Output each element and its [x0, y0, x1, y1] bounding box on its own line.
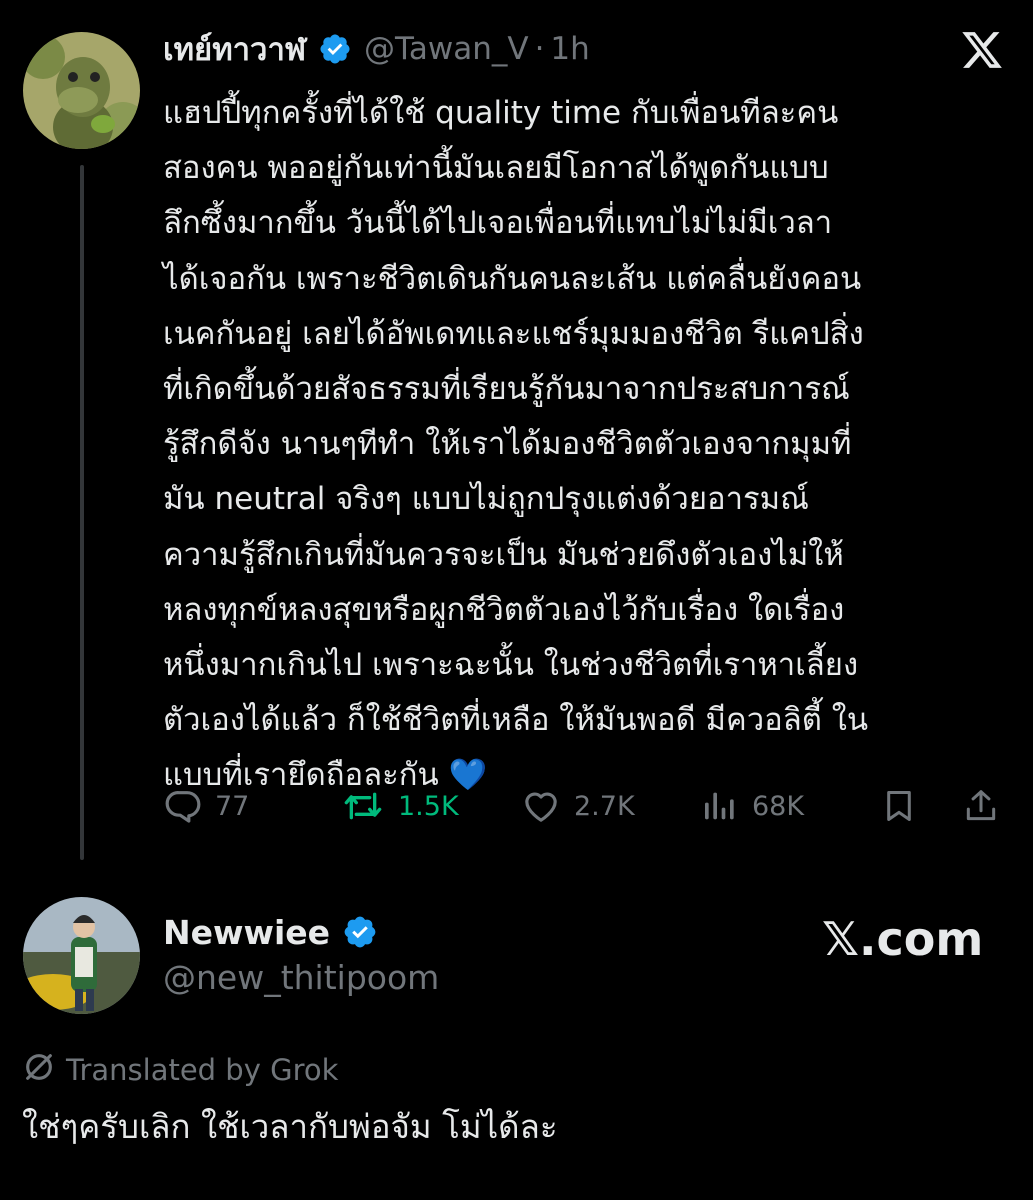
timestamp[interactable]: 1h: [550, 31, 589, 67]
translate-icon: [22, 1050, 56, 1091]
reply-display-name[interactable]: Newwiee: [163, 913, 330, 952]
thread-line: [80, 165, 84, 860]
verified-badge-icon: [342, 914, 378, 950]
display-name[interactable]: เทย์ทาวาฬ: [163, 24, 306, 74]
tweet-text: แฮปปี้ทุกครั้งที่ได้ใช้ quality time กับ…: [163, 86, 1023, 804]
tweet-line: ที่เกิดขึ้นด้วยสัจธรรมที่เรียนรู้กันมาจา…: [163, 371, 850, 408]
views-count: 68K: [752, 790, 805, 822]
views-icon: [700, 786, 740, 826]
views-button[interactable]: 68K: [700, 784, 804, 828]
tweet-line: ตัวเองได้แล้ว ก็ใช้ชีวิตที่เหลือ ให้มันพ…: [163, 702, 869, 739]
avatar[interactable]: [23, 897, 140, 1014]
x-com-logo[interactable]: 𝕏.com: [822, 912, 983, 966]
tweet-line: ลึกซึ้งมากขึ้น วันนี้ได้ไปเจอเพื่อนที่แท…: [163, 205, 833, 242]
reply-text: ใช่ๆครับเลิก ใช้เวลากับพ่อจัม โม่ได้ละ: [22, 1107, 558, 1146]
reply-icon: [163, 786, 203, 826]
tweet-line: ได้เจอกัน เพราะชีวิตเดินกันคนละเส้น แต่ค…: [163, 260, 862, 297]
reply-header: Newwiee: [163, 908, 378, 956]
tweet-line: รู้สึกดีจัง นานๆทีทำ ให้เราได้มองชีวิตตั…: [163, 426, 852, 463]
x-logo-icon[interactable]: [960, 28, 1004, 72]
tweet-header: เทย์ทาวาฬ @Tawan_V · 1h: [163, 24, 590, 74]
repost-count: 1.5K: [398, 790, 459, 822]
tweet-line: หลงทุกข์หลงสุขหรือผูกชีวิตตัวเองไว้กับเร…: [163, 591, 845, 628]
like-icon: [520, 786, 562, 826]
like-button[interactable]: 2.7K: [520, 784, 635, 828]
tweet-line: เนคกันอยู่ เลยได้อัพเดทและแชร์มุมมองชีวิ…: [163, 315, 864, 352]
avatar[interactable]: [23, 32, 140, 149]
repost-icon: [340, 786, 386, 826]
separator: ·: [534, 31, 545, 67]
reply-button[interactable]: 77: [163, 784, 249, 828]
translated-by-text: Translated by Grok: [66, 1053, 339, 1087]
tweet-line: มัน neutral จริงๆ แบบไม่ถูกปรุงแต่งด้วยอ…: [163, 481, 809, 518]
bookmark-icon[interactable]: [880, 786, 918, 830]
repost-button[interactable]: 1.5K: [340, 784, 459, 828]
share-icon[interactable]: [962, 786, 1000, 830]
tweet-line: หนึ่งมากเกินไป เพราะฉะนั้น ในช่วงชีวิตที…: [163, 647, 859, 684]
handle[interactable]: @Tawan_V: [364, 31, 529, 67]
tweet-line: ความรู้สึกเกินที่มันควรจะเป็น มันช่วยดึง…: [163, 536, 844, 573]
verified-badge-icon: [318, 32, 352, 66]
translated-label: Translated by Grok: [22, 1050, 338, 1090]
tweet-line: แฮปปี้ทุกครั้งที่ได้ใช้ quality time กับ…: [163, 95, 839, 131]
tweet-line: สองคน พออยู่กันเท่านี้มันเลยมีโอกาสได้พู…: [163, 150, 829, 187]
reply-count: 77: [215, 790, 250, 822]
like-count: 2.7K: [574, 790, 635, 822]
reply-handle[interactable]: @new_thitipoom: [163, 958, 439, 997]
